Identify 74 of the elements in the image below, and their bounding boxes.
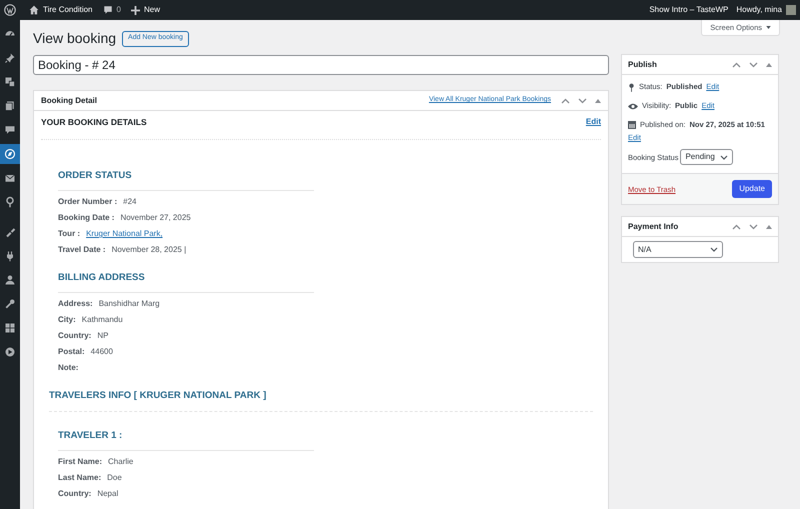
move-up-icon[interactable] bbox=[732, 224, 741, 230]
field-label: Country: bbox=[58, 488, 92, 500]
field-label: Country: bbox=[58, 330, 92, 342]
travelers-heading: TRAVELERS INFO [ KRUGER NATIONAL PARK ] bbox=[49, 389, 268, 403]
field-label: Postal: bbox=[58, 346, 85, 358]
field-value: Doe bbox=[107, 472, 122, 484]
pages-icon bbox=[4, 100, 16, 112]
wordpress-logo-icon[interactable] bbox=[4, 4, 16, 16]
sidebar-menu-item[interactable] bbox=[0, 144, 20, 164]
edit-link[interactable]: Edit bbox=[586, 116, 601, 128]
section-heading: TRAVELER 1 : bbox=[58, 429, 124, 444]
location-pin-icon bbox=[4, 196, 16, 208]
field-label: Tour : bbox=[58, 228, 80, 240]
caret-icon bbox=[766, 26, 771, 29]
site-name-link[interactable]: Tire Condition bbox=[43, 4, 93, 16]
comment-icon bbox=[4, 124, 16, 136]
tour-link[interactable]: Kruger National Park, bbox=[86, 228, 163, 240]
field-value: Nepal bbox=[97, 488, 118, 500]
comment-icon bbox=[102, 5, 113, 15]
pin-icon bbox=[4, 52, 16, 64]
field-value: Kathmandu bbox=[82, 314, 123, 326]
field-label: Note: bbox=[58, 362, 78, 374]
section-heading: ORDER STATUS bbox=[58, 168, 133, 183]
wrench-icon bbox=[4, 298, 16, 310]
move-up-icon[interactable] bbox=[732, 62, 741, 68]
move-down-icon[interactable] bbox=[749, 62, 758, 68]
move-up-icon[interactable] bbox=[561, 98, 570, 104]
update-button[interactable]: Update bbox=[732, 180, 772, 198]
field-value: Banshidhar Marg bbox=[98, 298, 160, 310]
show-intro-link[interactable]: Show Intro – TasteWP bbox=[649, 4, 728, 16]
move-down-icon[interactable] bbox=[578, 98, 587, 104]
compass-icon bbox=[4, 148, 16, 160]
play-icon bbox=[4, 346, 16, 358]
field-label: First Name: bbox=[58, 456, 102, 468]
title-input[interactable]: Booking - # 24 bbox=[33, 55, 609, 75]
booking-status-select[interactable]: Pending bbox=[680, 149, 734, 166]
field-value: November 28, 2025 | bbox=[112, 244, 186, 256]
field-value: #24 bbox=[123, 196, 136, 208]
field-value: 44600 bbox=[90, 346, 113, 358]
eye-icon bbox=[628, 102, 638, 110]
field-label: City: bbox=[58, 314, 76, 326]
comments-count[interactable]: 0 bbox=[116, 4, 121, 16]
move-down-icon[interactable] bbox=[749, 224, 758, 230]
field-label: Address: bbox=[58, 298, 93, 310]
new-link[interactable]: New bbox=[144, 4, 160, 16]
field-label: Order Number : bbox=[58, 196, 118, 208]
section-heading: BILLING ADDRESS bbox=[58, 270, 146, 285]
field-label: Last Name: bbox=[58, 472, 102, 484]
collapse-icon[interactable] bbox=[766, 62, 772, 66]
field-value: Charlie bbox=[108, 456, 134, 468]
caret-icon bbox=[710, 247, 718, 252]
pin-icon bbox=[628, 82, 635, 92]
media-icon bbox=[4, 76, 16, 88]
grid-icon bbox=[4, 322, 16, 334]
panel-title: Booking Detail bbox=[41, 94, 98, 106]
user-icon bbox=[4, 274, 16, 286]
payment-select[interactable]: N/A bbox=[633, 241, 723, 258]
plus-icon bbox=[130, 6, 140, 14]
calendar-icon bbox=[628, 121, 636, 129]
booking-details-heading: YOUR BOOKING DETAILS bbox=[41, 116, 147, 128]
field-label: Travel Date : bbox=[58, 244, 106, 256]
panel-title: Publish bbox=[628, 58, 657, 70]
collapse-icon[interactable] bbox=[595, 98, 601, 102]
plug-icon bbox=[4, 250, 16, 262]
field-label: Booking Date : bbox=[58, 212, 114, 224]
field-value: NP bbox=[97, 330, 108, 342]
collapse-icon[interactable] bbox=[766, 224, 772, 229]
caret-icon bbox=[720, 154, 728, 160]
field-value: November 27, 2025 bbox=[120, 212, 191, 224]
page-title: View booking bbox=[33, 29, 116, 48]
mail-icon bbox=[4, 172, 16, 184]
home-icon bbox=[29, 5, 39, 15]
panel-title: Payment Info bbox=[628, 220, 678, 233]
greeting-link[interactable]: Howdy, mina bbox=[736, 4, 782, 16]
